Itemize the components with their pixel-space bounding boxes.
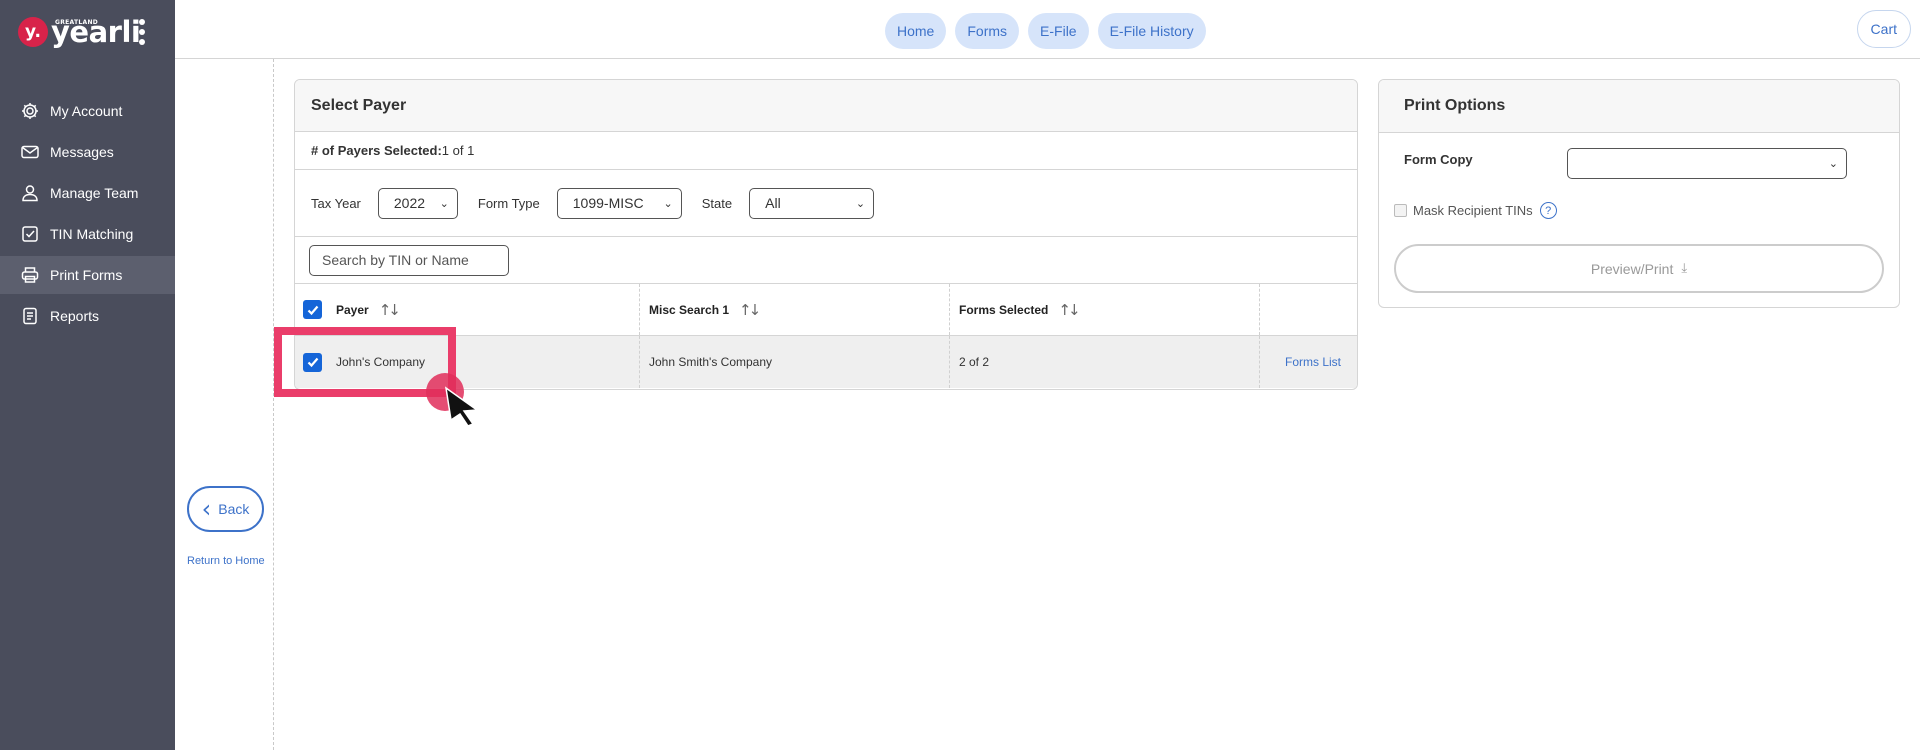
checklist-icon	[22, 226, 38, 242]
printer-icon	[21, 267, 39, 283]
search-row	[295, 237, 1357, 284]
chevron-down-icon: ⌄	[855, 196, 866, 210]
kebab-menu-icon[interactable]	[136, 17, 148, 47]
payers-selected-label: # of Payers Selected:	[311, 143, 442, 158]
payer-header-label: Payer	[336, 302, 369, 317]
sidebar-nav: My Account Messages Manage Team TIN Matc…	[0, 92, 175, 338]
sidebar-item-label: TIN Matching	[50, 226, 134, 242]
sidebar-item-my-account[interactable]: My Account	[0, 92, 175, 130]
rail-divider	[273, 59, 274, 750]
forms-header-label: Forms Selected	[959, 302, 1049, 317]
sidebar: y. GREATLAND yearli My Account Messages …	[0, 0, 175, 750]
state-select[interactable]: All ⌄	[749, 187, 875, 219]
preview-print-label: Preview/Print	[1590, 260, 1674, 277]
payers-selected-row: # of Payers Selected: 1 of 1	[295, 132, 1357, 170]
chevron-left-icon: ‹	[201, 495, 212, 523]
sidebar-item-reports[interactable]: Reports	[0, 297, 175, 335]
sidebar-item-label: Manage Team	[50, 185, 139, 201]
sort-icon[interactable]: ↑↓	[379, 301, 401, 319]
brand-logo[interactable]: y. GREATLAND yearli	[18, 14, 141, 50]
envelope-icon	[21, 145, 39, 159]
brand-name: GREATLAND yearli	[51, 17, 141, 47]
chevron-down-icon: ⌄	[1828, 157, 1838, 170]
mouse-pointer-icon	[444, 386, 480, 427]
tax-year-value: 2022	[393, 195, 426, 211]
select-all-checkbox[interactable]	[303, 300, 322, 319]
user-icon	[22, 185, 38, 202]
forms-list-link[interactable]: Forms List	[1285, 355, 1341, 369]
print-options-panel: Print Options Form Copy ⌄ Mask Recipient…	[1378, 79, 1900, 308]
download-icon: ⤓	[1681, 261, 1688, 276]
state-label: State	[701, 195, 733, 211]
form-type-select[interactable]: 1099-MISC ⌄	[556, 187, 682, 219]
state-value: All	[765, 195, 781, 211]
brand-badge-icon: y.	[18, 17, 48, 47]
payers-selected-value: 1 of 1	[441, 143, 475, 158]
report-icon	[23, 307, 37, 325]
chevron-down-icon: ⌄	[663, 196, 673, 210]
sidebar-item-label: Messages	[50, 144, 114, 160]
panel-title: Select Payer	[295, 80, 1357, 132]
actions-cell: Forms List	[1260, 336, 1357, 388]
top-nav: Home Forms E-File E-File History	[885, 13, 1206, 49]
gear-icon	[22, 103, 38, 119]
back-button[interactable]: ‹ Back	[187, 486, 264, 532]
misc-header-label: Misc Search 1	[649, 302, 730, 317]
search-input[interactable]	[309, 244, 509, 276]
print-options-title: Print Options	[1379, 80, 1899, 133]
misc-search-column-header[interactable]: Misc Search 1 ↑↓	[640, 284, 950, 335]
preview-print-button[interactable]: Preview/Print ⤓	[1394, 244, 1884, 293]
filter-row: Tax Year 2022 ⌄ Form Type 1099-MISC ⌄ St…	[295, 170, 1357, 237]
help-icon[interactable]: ?	[1539, 202, 1557, 219]
sidebar-item-manage-team[interactable]: Manage Team	[0, 174, 175, 212]
top-bar: Home Forms E-File E-File History Cart	[175, 0, 1920, 59]
sort-icon[interactable]: ↑↓	[739, 301, 761, 319]
tab-forms[interactable]: Forms	[955, 13, 1020, 49]
actions-column-header	[1260, 284, 1357, 335]
form-type-label: Form Type	[477, 195, 540, 211]
forms-selected-cell: 2 of 2	[950, 336, 1260, 388]
form-copy-label: Form Copy	[1404, 152, 1473, 167]
cart-button[interactable]: Cart	[1856, 10, 1911, 48]
form-copy-select[interactable]: ⌄	[1567, 148, 1847, 179]
tab-home[interactable]: Home	[885, 13, 947, 49]
forms-selected-column-header[interactable]: Forms Selected ↑↓	[950, 284, 1260, 335]
misc-search-cell: John Smith's Company	[640, 336, 950, 388]
tax-year-label: Tax Year	[311, 195, 361, 211]
sidebar-item-messages[interactable]: Messages	[0, 133, 175, 171]
return-to-home-link[interactable]: Return to Home	[187, 555, 265, 567]
form-type-value: 1099-MISC	[572, 195, 644, 211]
sidebar-item-label: My Account	[50, 103, 123, 119]
brand-small-text: GREATLAND	[55, 19, 99, 26]
mask-tins-label: Mask Recipient TINs	[1413, 203, 1533, 218]
sort-icon[interactable]: ↑↓	[1058, 301, 1080, 319]
mask-tins-row: Mask Recipient TINs ?	[1394, 202, 1557, 219]
chevron-down-icon: ⌄	[439, 196, 449, 210]
checkmark-icon	[307, 305, 318, 315]
mask-tins-checkbox[interactable]	[1394, 204, 1407, 217]
tax-year-select[interactable]: 2022 ⌄	[377, 187, 458, 219]
sidebar-item-label: Reports	[50, 308, 100, 324]
sidebar-item-print-forms[interactable]: Print Forms	[0, 256, 175, 294]
sidebar-item-tin-matching[interactable]: TIN Matching	[0, 215, 175, 253]
tab-e-file[interactable]: E-File	[1028, 13, 1089, 49]
back-label: Back	[218, 501, 250, 517]
sidebar-item-label: Print Forms	[50, 267, 123, 283]
tab-e-file-history[interactable]: E-File History	[1097, 13, 1206, 49]
